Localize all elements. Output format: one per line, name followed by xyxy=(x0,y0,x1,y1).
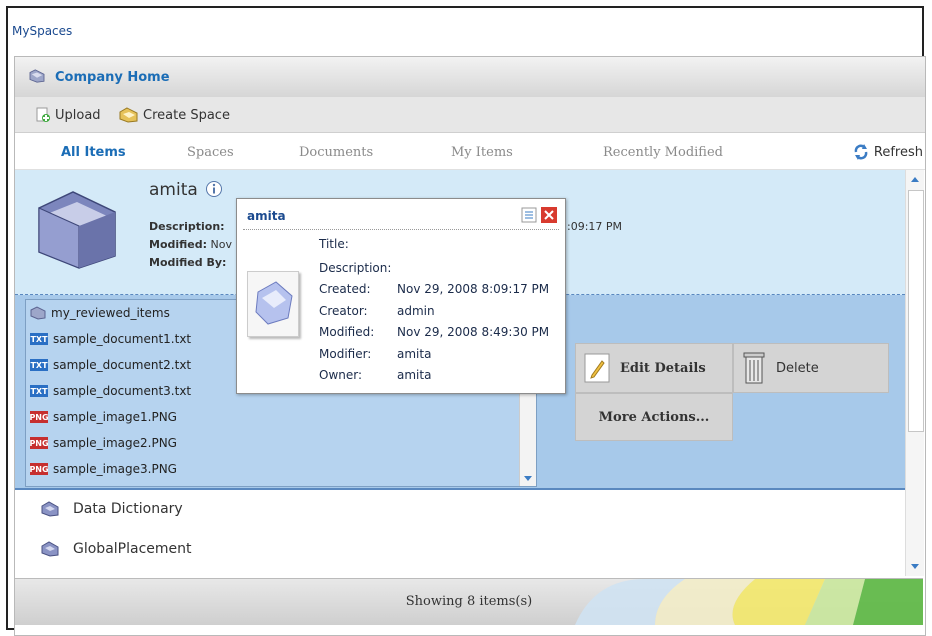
modified-by-meta: Modified By: xyxy=(149,256,226,269)
space-name: Data Dictionary xyxy=(73,501,183,517)
info-popup: amita Title: Description: Created: Nov 2… xyxy=(236,198,566,394)
file-name: sample_image2.PNG xyxy=(53,436,177,450)
png-icon: PNG xyxy=(30,463,48,475)
space-name[interactable]: amita xyxy=(149,180,198,200)
list-item[interactable]: PNG sample_image2.PNG xyxy=(26,430,536,456)
list-item[interactable]: PNG sample_image3.PNG xyxy=(26,456,536,482)
space-thumbnail xyxy=(247,271,299,337)
list-item[interactable]: GlobalPlacement xyxy=(15,530,905,568)
popup-value-modified: Nov 29, 2008 8:49:30 PM xyxy=(397,325,550,339)
toolbar: Upload Create Space xyxy=(15,97,925,133)
refresh-button[interactable]: Refresh xyxy=(852,143,923,161)
svg-text:PNG: PNG xyxy=(30,439,48,448)
more-actions-label: More Actions... xyxy=(598,409,710,425)
file-name: my_reviewed_items xyxy=(51,306,170,320)
list-item[interactable]: PNG sample_image1.PNG xyxy=(26,404,536,430)
scroll-up-icon[interactable] xyxy=(909,174,921,186)
space-icon xyxy=(41,501,59,517)
delete-label: Delete xyxy=(776,360,819,376)
file-name: sample_document3.txt xyxy=(53,384,192,398)
header-bar: Company Home xyxy=(15,57,925,98)
popup-label-title: Title: xyxy=(319,237,349,251)
png-icon: PNG xyxy=(30,437,48,449)
actions-menu: Edit Details Delete More Actions... xyxy=(575,343,889,441)
description-label: Description: xyxy=(149,220,225,233)
close-icon[interactable] xyxy=(541,207,557,223)
tab-spaces[interactable]: Spaces xyxy=(187,145,234,160)
details-icon[interactable] xyxy=(521,207,537,223)
popup-title: amita xyxy=(247,209,286,223)
create-space-button[interactable]: Create Space xyxy=(119,107,230,123)
upload-icon xyxy=(36,107,50,122)
svg-text:PNG: PNG xyxy=(30,413,48,422)
status-text: Showing 8 items(s) xyxy=(405,594,533,609)
tab-my-items[interactable]: My Items xyxy=(451,145,513,160)
description-meta: Description: xyxy=(149,220,225,233)
modified-meta: Modified: Nov xyxy=(149,238,232,251)
svg-text:TXT: TXT xyxy=(30,335,48,344)
space-folder-icon xyxy=(38,191,116,269)
scroll-down-icon[interactable] xyxy=(909,560,921,572)
file-name: sample_document2.txt xyxy=(53,358,192,372)
filter-tabs: All Items Spaces Documents My Items Rece… xyxy=(15,133,925,170)
file-name: sample_image1.PNG xyxy=(53,410,177,424)
popup-value-created: Nov 29, 2008 8:09:17 PM xyxy=(397,282,550,296)
upload-button[interactable]: Upload xyxy=(35,107,101,123)
space-thumbnail-icon xyxy=(255,281,293,325)
scroll-thumb[interactable] xyxy=(908,190,924,432)
refresh-icon xyxy=(854,144,868,160)
space-icon xyxy=(29,69,45,83)
main-scrollbar[interactable] xyxy=(905,170,924,576)
window-title: MySpaces xyxy=(12,24,73,38)
pencil-icon xyxy=(584,353,610,383)
tab-recently-modified[interactable]: Recently Modified xyxy=(603,145,723,160)
file-name: sample_document1.txt xyxy=(53,332,192,346)
upload-label: Upload xyxy=(55,107,101,123)
txt-icon: TXT xyxy=(30,385,48,397)
space-icon xyxy=(41,541,59,557)
create-space-icon xyxy=(119,107,138,123)
space-name: GlobalPlacement xyxy=(73,541,192,557)
popup-label-modifier: Modifier: xyxy=(319,347,372,361)
folder-icon xyxy=(30,306,46,320)
modified-label: Modified: xyxy=(149,238,208,251)
tab-all-items[interactable]: All Items xyxy=(61,145,126,160)
modified-by-label: Modified By: xyxy=(149,256,227,269)
edit-details-label: Edit Details xyxy=(620,360,706,376)
list-item[interactable]: Data Dictionary xyxy=(15,490,905,528)
trash-icon xyxy=(743,352,765,384)
popup-label-modified: Modified: xyxy=(319,325,375,339)
created-time-partial: :09:17 PM xyxy=(567,220,623,233)
txt-icon: TXT xyxy=(30,333,48,345)
scroll-down-icon[interactable] xyxy=(522,472,534,484)
popup-label-description: Description: xyxy=(319,261,392,275)
delete-button[interactable]: Delete xyxy=(733,343,889,393)
svg-text:TXT: TXT xyxy=(30,361,48,370)
svg-text:PNG: PNG xyxy=(30,465,48,474)
svg-text:TXT: TXT xyxy=(30,387,48,396)
popup-divider xyxy=(243,229,559,230)
status-footer: Showing 8 items(s) xyxy=(15,578,923,625)
info-icon[interactable] xyxy=(205,180,223,198)
file-name: sample_image3.PNG xyxy=(53,462,177,476)
page-title[interactable]: Company Home xyxy=(55,70,170,85)
modified-value: Nov xyxy=(210,238,233,251)
popup-value-creator: admin xyxy=(397,304,435,318)
tab-documents[interactable]: Documents xyxy=(299,145,373,160)
popup-value-owner: amita xyxy=(397,368,432,382)
popup-label-created: Created: xyxy=(319,282,371,296)
popup-value-modifier: amita xyxy=(397,347,432,361)
png-icon: PNG xyxy=(30,411,48,423)
create-space-label: Create Space xyxy=(143,107,230,123)
txt-icon: TXT xyxy=(30,359,48,371)
refresh-label: Refresh xyxy=(873,144,923,160)
popup-label-creator: Creator: xyxy=(319,304,368,318)
more-actions-button[interactable]: More Actions... xyxy=(575,393,733,441)
edit-details-button[interactable]: Edit Details xyxy=(575,343,733,393)
popup-label-owner: Owner: xyxy=(319,368,363,382)
